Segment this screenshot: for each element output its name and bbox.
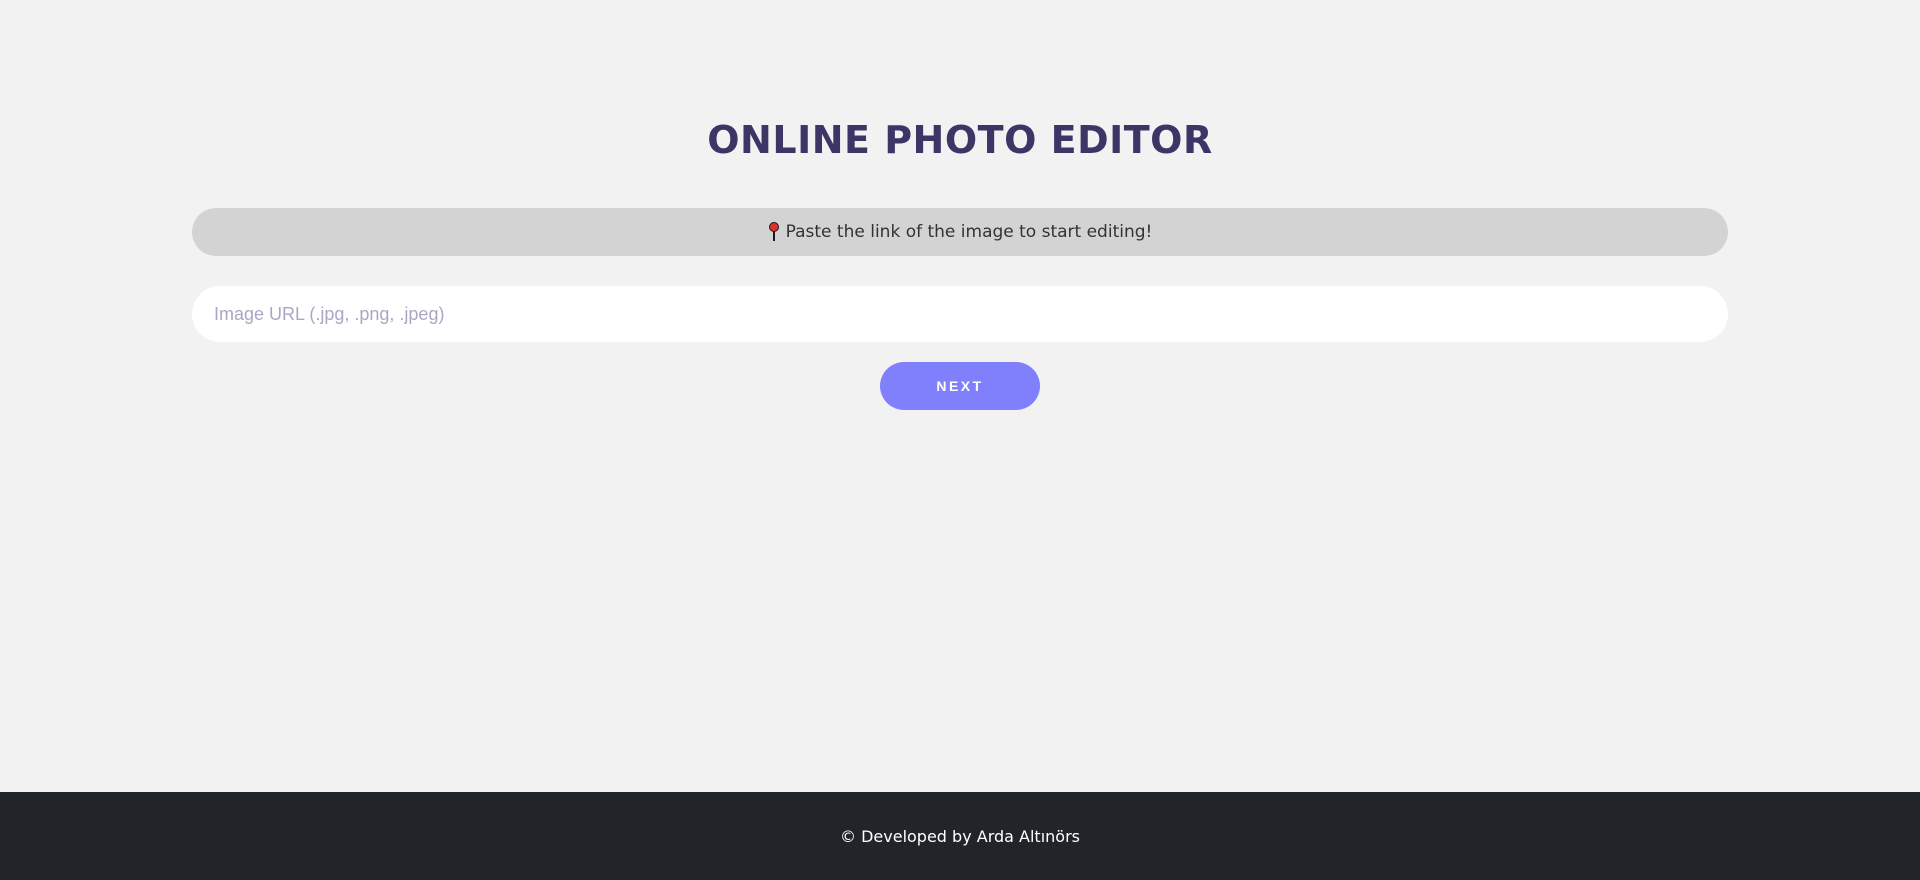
- main-content: ONLINE PHOTO EDITOR Paste the link of th…: [0, 0, 1920, 792]
- page-title: ONLINE PHOTO EDITOR: [707, 118, 1213, 162]
- next-button[interactable]: NEXT: [880, 362, 1040, 410]
- page: ONLINE PHOTO EDITOR Paste the link of th…: [0, 0, 1920, 880]
- footer: © Developed by Arda Altınörs: [0, 792, 1920, 880]
- hint-text: Paste the link of the image to start edi…: [785, 222, 1153, 242]
- pushpin-icon: [768, 222, 780, 242]
- hint-banner: Paste the link of the image to start edi…: [192, 208, 1728, 256]
- footer-credit: © Developed by Arda Altınörs: [840, 826, 1080, 846]
- image-url-input[interactable]: [192, 286, 1728, 342]
